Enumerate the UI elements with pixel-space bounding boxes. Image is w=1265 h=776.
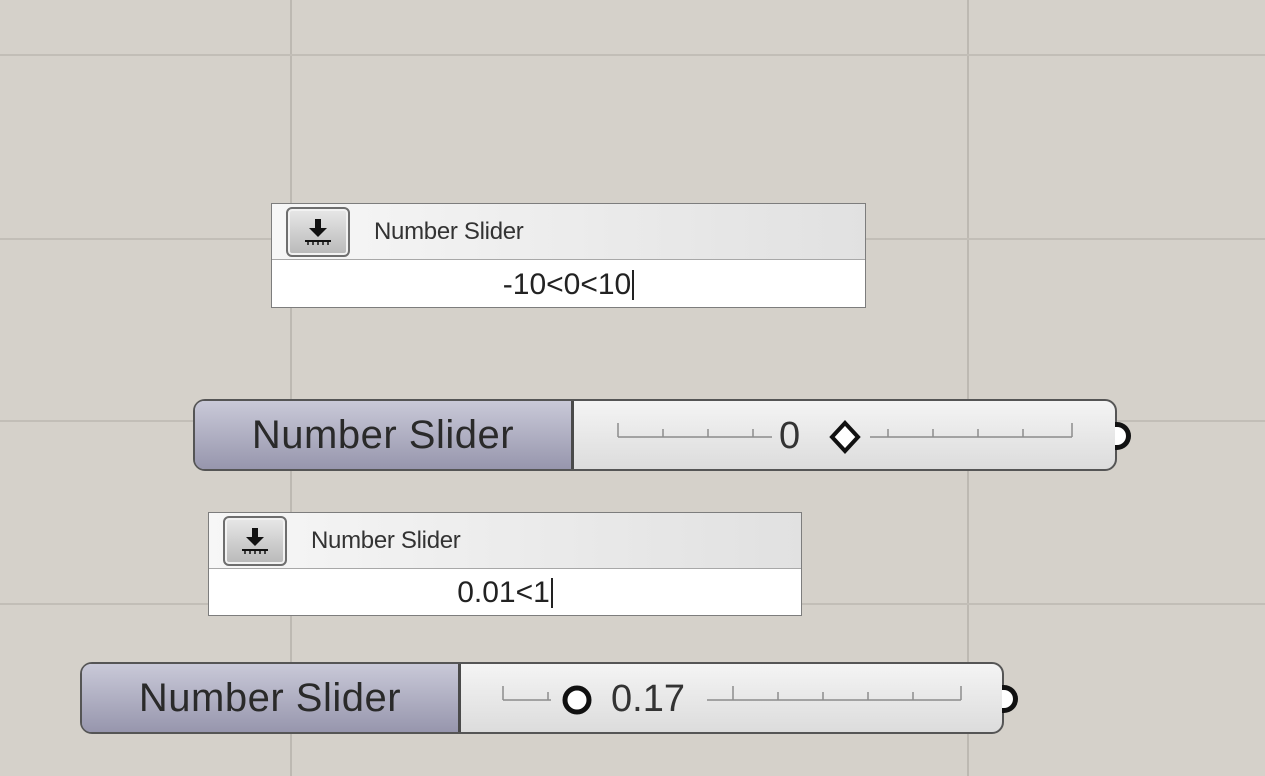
editor-header: Number Slider: [272, 204, 865, 260]
editor-title: Number Slider: [311, 527, 461, 554]
slider-track[interactable]: 0.17: [461, 664, 1002, 732]
slider-range-editor: Number Slider -10<0<10: [271, 203, 866, 308]
editor-title: Number Slider: [374, 218, 524, 245]
circle-handle-icon[interactable]: [559, 682, 595, 718]
range-entry-field[interactable]: -10<0<10: [272, 262, 865, 307]
slider-range-editor: Number Slider 0.01<1: [208, 512, 802, 616]
text-caret: [550, 578, 553, 608]
range-entry-text: -10<0<10: [502, 267, 632, 301]
text-caret: [632, 269, 635, 300]
output-grip-icon[interactable]: [1002, 685, 1018, 713]
number-slider[interactable]: Number Slider 0.17: [80, 662, 1004, 734]
slider-track[interactable]: 0: [574, 401, 1115, 469]
number-slider[interactable]: Number Slider 0: [193, 399, 1117, 471]
canvas-grid-line: [290, 0, 292, 776]
slider-download-icon[interactable]: [286, 207, 350, 257]
range-entry-text: 0.01<1: [457, 576, 550, 609]
slider-ticks: [502, 686, 962, 701]
slider-download-icon[interactable]: [223, 516, 287, 566]
slider-value: 0: [779, 415, 801, 457]
canvas-grid-line: [967, 0, 969, 776]
canvas-grid-line: [0, 54, 1265, 56]
range-entry-field[interactable]: 0.01<1: [209, 571, 801, 615]
slider-label: Number Slider: [82, 664, 461, 732]
slider-value: 0.17: [611, 678, 685, 720]
output-grip-icon[interactable]: [1115, 422, 1131, 450]
diamond-handle-icon[interactable]: [827, 419, 863, 455]
editor-header: Number Slider: [209, 513, 801, 569]
slider-label: Number Slider: [195, 401, 574, 469]
